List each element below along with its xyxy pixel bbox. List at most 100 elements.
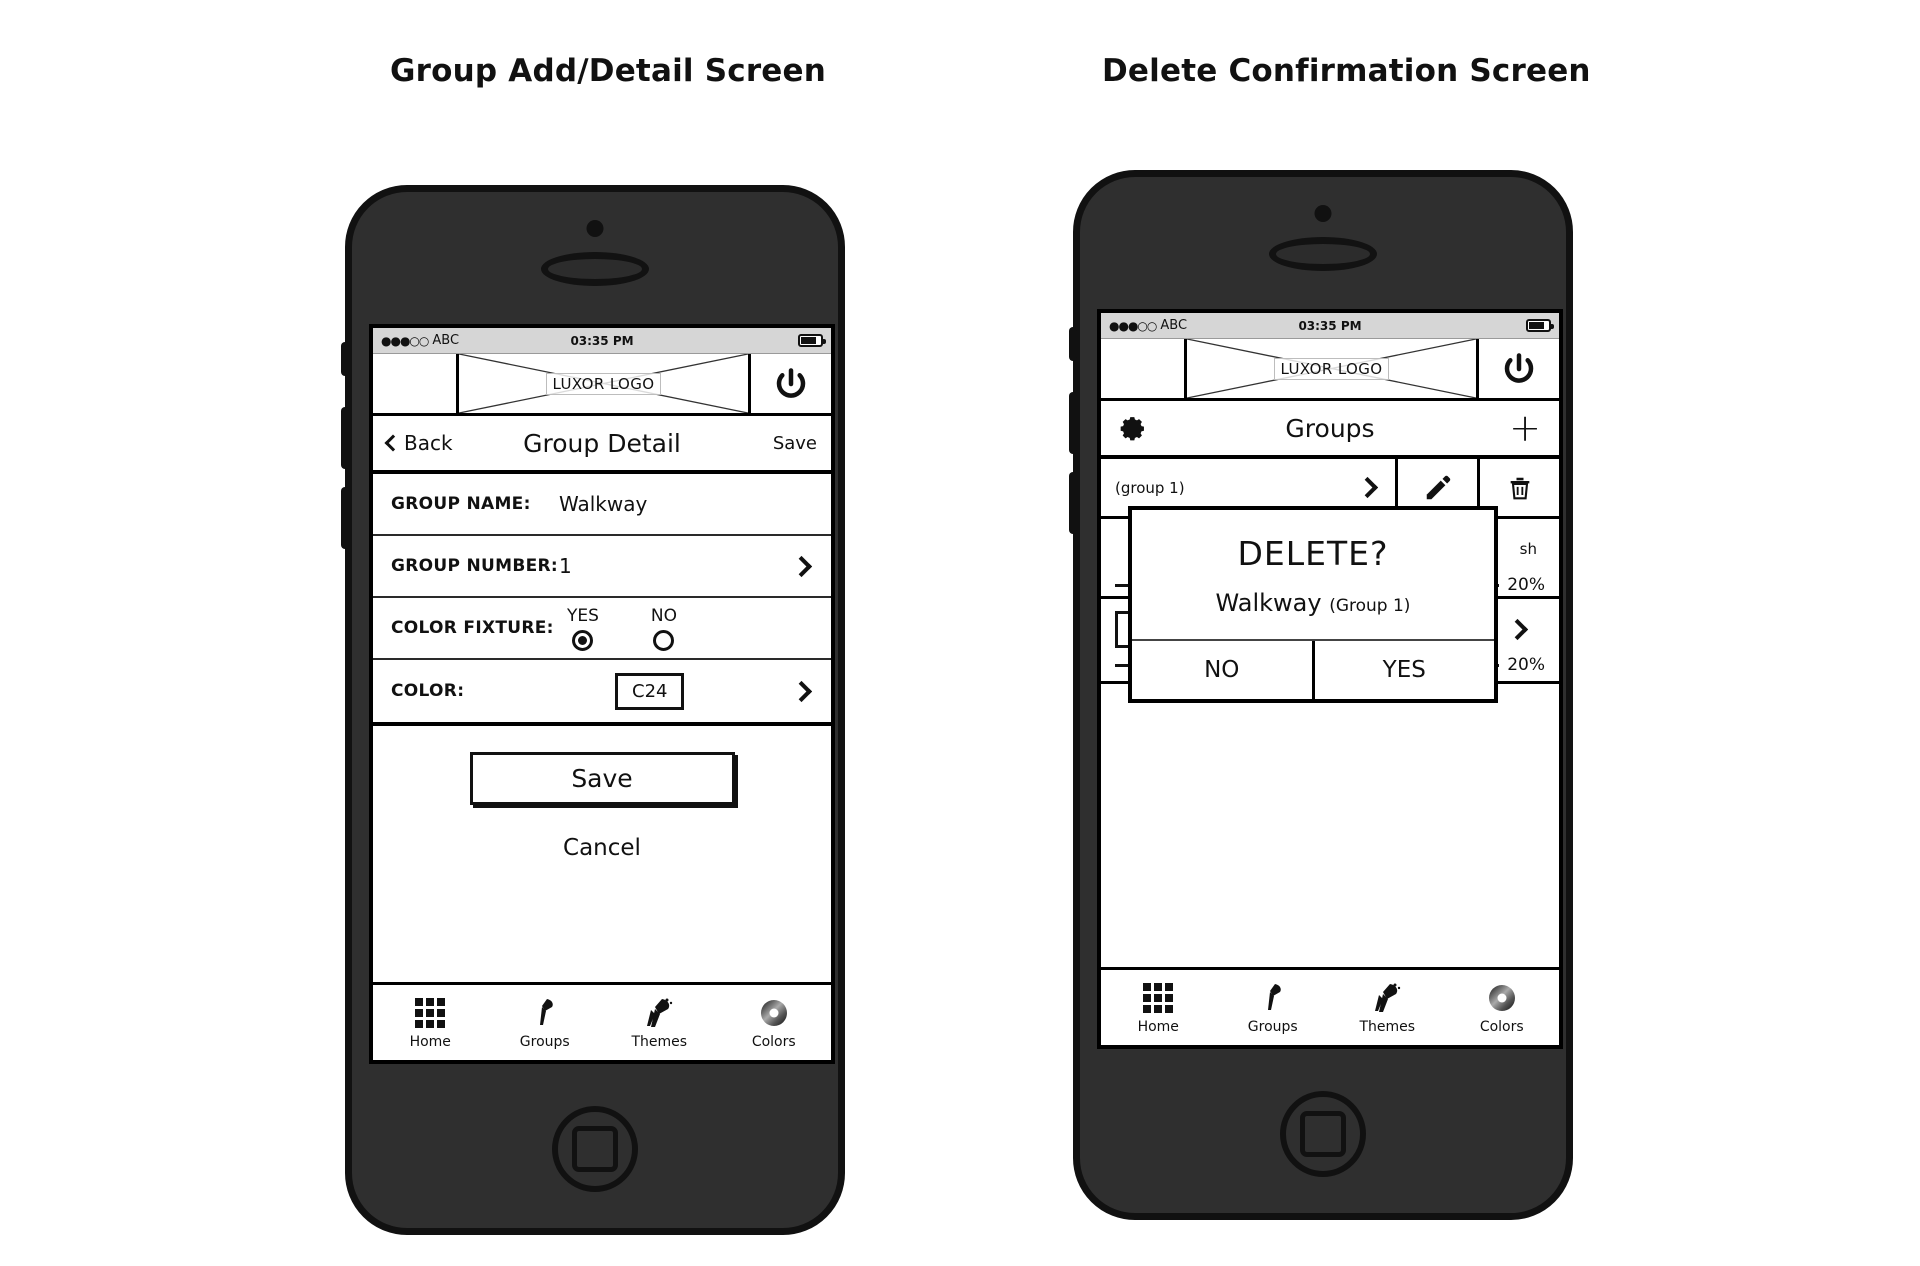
app-screen-right: ●●●○○ ABC 03:35 PM LUXOR LOGO Groups + (… [1097, 309, 1563, 1049]
back-label: Back [404, 431, 453, 455]
nav-save-button[interactable]: Save [773, 433, 817, 454]
pencil-icon [1426, 475, 1450, 499]
form-row-group-number[interactable]: GROUP NUMBER: 1 [373, 536, 831, 598]
tab-home-label: Home [1137, 1018, 1179, 1035]
right-screen-title: Delete Confirmation Screen [1102, 53, 1591, 89]
color-chip-value[interactable]: C24 [615, 672, 685, 710]
brightness-value: 20% [1507, 575, 1545, 595]
logo-placeholder: LUXOR LOGO [459, 354, 751, 413]
brand-bar-spacer [373, 354, 459, 413]
navigation-bar: Back Group Detail Save [373, 416, 831, 474]
dialog-yes-button[interactable]: YES [1311, 641, 1495, 699]
tab-themes-label: Themes [1359, 1018, 1416, 1035]
form-row-color-fixture: COLOR FIXTURE: YES NO [373, 598, 831, 660]
gear-icon[interactable] [1119, 413, 1149, 443]
chevron-right-icon[interactable] [790, 555, 813, 577]
phone-mockup-left: ●●●○○ ABC 03:35 PM LUXOR LOGO Back Group… [341, 185, 845, 1235]
group-row-name: (group 1) [1115, 478, 1185, 497]
radio-option-yes[interactable]: YES [567, 606, 599, 651]
dialog-body: DELETE? Walkway (Group 1) [1132, 510, 1494, 641]
radio-yes-label: YES [567, 605, 599, 626]
volume-up-button[interactable] [1069, 392, 1077, 454]
logo-label: LUXOR LOGO [1273, 357, 1390, 380]
home-button[interactable] [1280, 1091, 1366, 1177]
chevron-right-icon[interactable] [1506, 618, 1529, 640]
mockup-canvas: Group Add/Detail Screen Delete Confirmat… [0, 0, 1920, 1266]
spotlight-icon [532, 996, 558, 1030]
tab-bar: Home Groups Themes Colors [373, 982, 831, 1060]
earpiece-speaker [541, 252, 649, 286]
brightness-value: 20% [1507, 655, 1545, 675]
form-row-group-name[interactable]: GROUP NAME: Walkway [373, 474, 831, 536]
cancel-button[interactable]: Cancel [373, 835, 831, 861]
brand-bar: LUXOR LOGO [373, 354, 831, 416]
left-screen-title: Group Add/Detail Screen [390, 53, 827, 89]
tab-home[interactable]: Home [373, 985, 488, 1060]
brand-bar: LUXOR LOGO [1101, 339, 1559, 401]
radio-yes-input[interactable] [572, 629, 594, 651]
tab-themes[interactable]: Themes [1330, 970, 1445, 1045]
mute-switch[interactable] [1069, 327, 1077, 361]
group-name-label: GROUP NAME: [391, 494, 531, 514]
dialog-no-button[interactable]: NO [1132, 641, 1312, 699]
tab-colors[interactable]: Colors [1445, 970, 1560, 1045]
logo-label: LUXOR LOGO [545, 372, 662, 395]
tab-groups-label: Groups [1247, 1018, 1298, 1035]
clock-label: 03:35 PM [570, 333, 634, 348]
group-number-label: GROUP NUMBER: [391, 556, 558, 576]
tab-home[interactable]: Home [1101, 970, 1216, 1045]
list-row-partial-name: sh [1519, 540, 1537, 558]
save-button[interactable]: Save [469, 752, 735, 805]
volume-down-button[interactable] [341, 487, 349, 549]
radio-no-input[interactable] [653, 629, 675, 651]
group-number-value[interactable]: 1 [559, 554, 572, 578]
tab-groups[interactable]: Groups [1216, 970, 1331, 1045]
color-wheel-icon [1487, 981, 1517, 1015]
battery-icon [798, 334, 826, 347]
tab-colors-label: Colors [751, 1033, 796, 1050]
trash-icon [1510, 477, 1529, 499]
app-screen-left: ●●●○○ ABC 03:35 PM LUXOR LOGO Back Group… [369, 324, 835, 1064]
spotlight-icon [1260, 981, 1286, 1015]
grid-icon [415, 996, 446, 1030]
grid-icon [1143, 981, 1174, 1015]
color-fixture-radio-group: YES NO [567, 606, 677, 651]
front-camera-icon [1314, 205, 1332, 222]
tab-colors[interactable]: Colors [717, 985, 832, 1060]
tab-colors-label: Colors [1479, 1018, 1524, 1035]
multi-spotlight-icon [643, 996, 675, 1030]
form-actions: Save Cancel [373, 726, 831, 869]
color-wheel-icon [759, 996, 789, 1030]
tab-themes[interactable]: Themes [602, 985, 717, 1060]
power-button[interactable] [751, 354, 831, 413]
delete-confirmation-dialog: DELETE? Walkway (Group 1) NO YES [1128, 506, 1498, 703]
volume-up-button[interactable] [341, 407, 349, 469]
tab-groups-label: Groups [519, 1033, 570, 1050]
home-button[interactable] [552, 1106, 638, 1192]
chevron-left-icon [384, 434, 402, 452]
group-name-value[interactable]: Walkway [559, 492, 647, 516]
power-icon [776, 367, 806, 398]
dialog-message: Walkway (Group 1) [1132, 589, 1494, 617]
dialog-actions: NO YES [1132, 641, 1494, 699]
volume-down-button[interactable] [1069, 472, 1077, 534]
add-group-button[interactable]: + [1509, 409, 1541, 447]
power-button[interactable] [1479, 339, 1559, 398]
dialog-group-number: (Group 1) [1329, 596, 1411, 616]
tab-themes-label: Themes [631, 1033, 688, 1050]
mute-switch[interactable] [341, 342, 349, 376]
radio-option-no[interactable]: NO [651, 606, 677, 651]
group-detail-form: GROUP NAME: Walkway GROUP NUMBER: 1 COLO… [373, 474, 831, 726]
form-row-color[interactable]: COLOR: C24 [373, 660, 831, 722]
battery-icon [1526, 319, 1554, 332]
tab-groups[interactable]: Groups [488, 985, 603, 1060]
brand-bar-spacer [1101, 339, 1187, 398]
chevron-right-icon[interactable] [1356, 476, 1379, 499]
status-bar: ●●●○○ ABC 03:35 PM [373, 328, 831, 354]
tab-home-label: Home [409, 1033, 451, 1050]
back-button[interactable]: Back [384, 431, 453, 455]
earpiece-speaker [1269, 237, 1377, 271]
chevron-right-icon[interactable] [790, 680, 813, 702]
page-title: Groups [1285, 413, 1375, 443]
clock-label: 03:35 PM [1298, 318, 1362, 333]
